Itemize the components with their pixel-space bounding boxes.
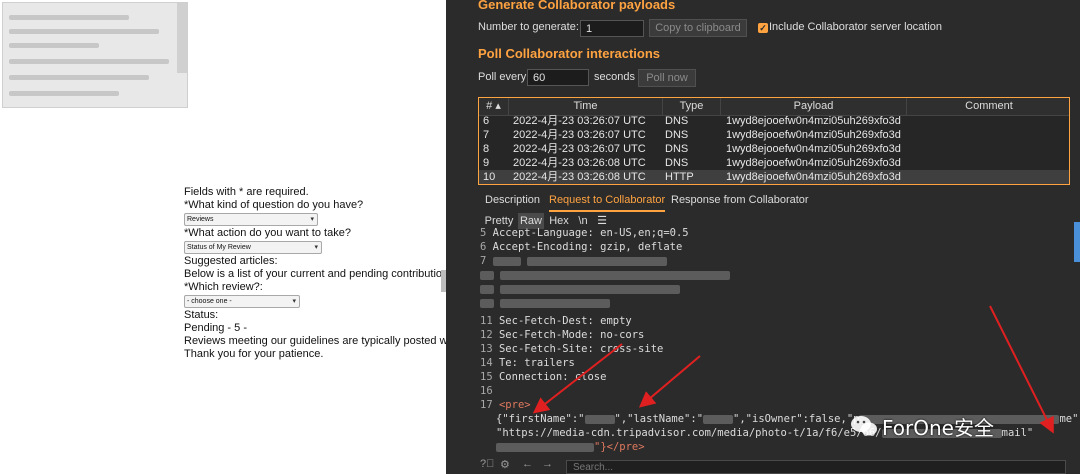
red-arrow <box>532 343 623 414</box>
watermark-text: ForOne安全 <box>882 416 994 440</box>
annotation-arrows <box>532 305 1054 434</box>
red-arrow <box>638 355 701 408</box>
red-arrow <box>989 305 1054 434</box>
wechat-icon <box>850 414 878 438</box>
